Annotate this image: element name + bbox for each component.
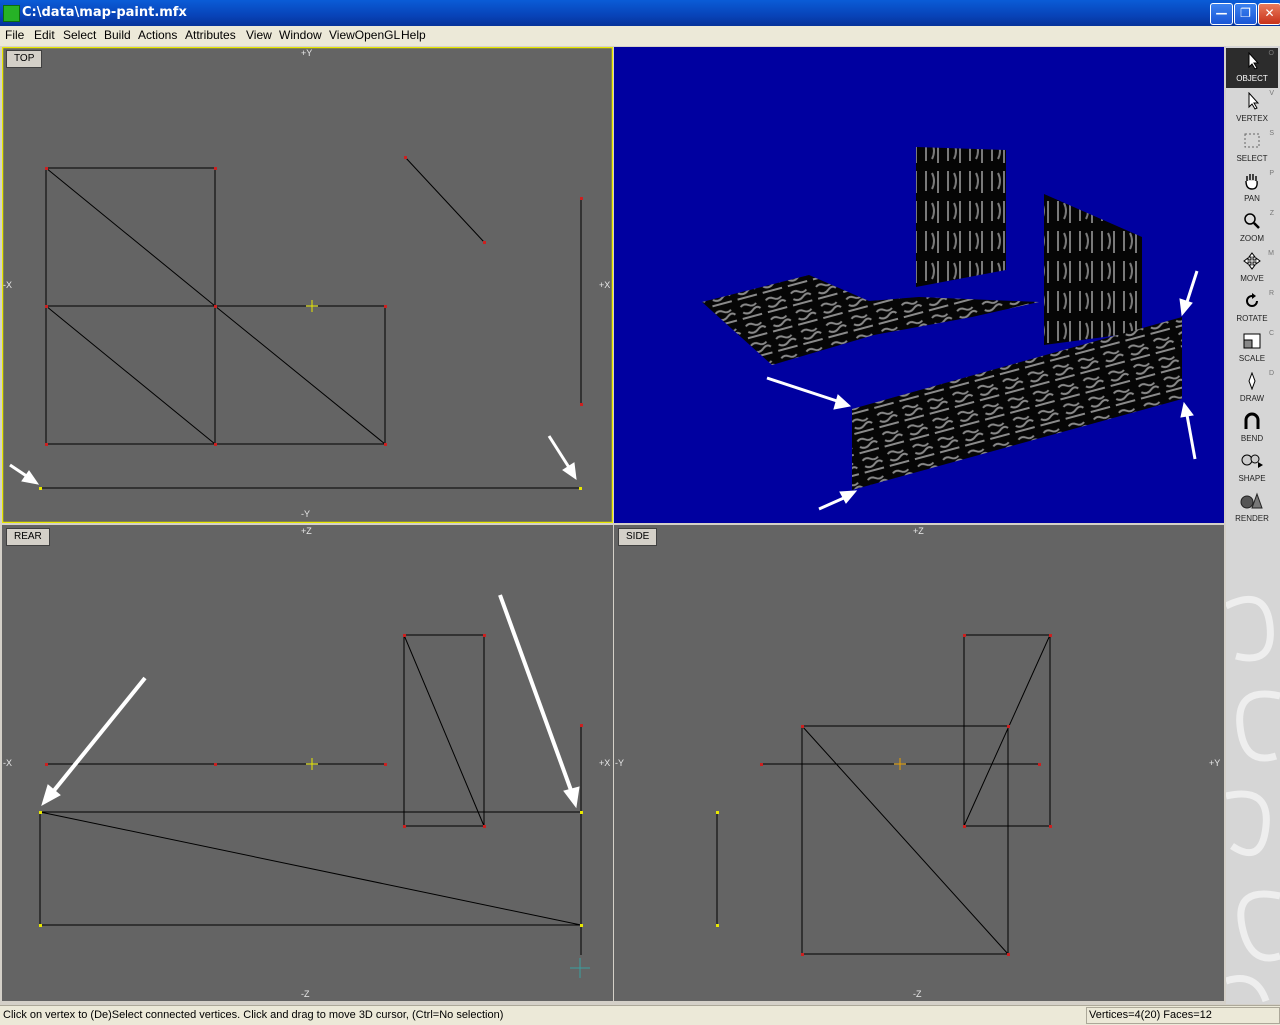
scale-icon: [1243, 333, 1261, 349]
menu-view[interactable]: View: [246, 28, 272, 42]
tool-label: SHAPE: [1238, 474, 1266, 483]
menu-attributes[interactable]: Attributes: [185, 28, 236, 42]
minimize-button[interactable]: —: [1210, 3, 1233, 25]
axis-rear-plus-z: +Z: [301, 526, 312, 536]
tool-shortcut: Z: [1269, 210, 1274, 217]
tool-label: ROTATE: [1236, 314, 1268, 323]
viewport-label-rear[interactable]: REAR: [6, 528, 50, 546]
axis-side-minus-y: -Y: [615, 758, 624, 768]
axis-rear-minus-x: -X: [3, 758, 12, 768]
viewport-side[interactable]: SIDE +Z -Z -Y +Y: [614, 525, 1224, 1001]
viewport-label-top[interactable]: TOP: [6, 50, 43, 68]
tool-shortcut: P: [1269, 170, 1274, 177]
menu-build[interactable]: Build: [104, 28, 131, 42]
menu-select[interactable]: Select: [63, 28, 96, 42]
menu-window[interactable]: Window: [279, 28, 322, 42]
status-bar: Click on vertex to (De)Select connected …: [0, 1005, 1280, 1025]
tool-label: ZOOM: [1240, 234, 1264, 243]
tool-label: OBJECT: [1236, 74, 1268, 83]
viewport-rear[interactable]: REAR +Z -Z -X +X: [2, 525, 613, 1001]
viewport-label-side[interactable]: SIDE: [618, 528, 658, 546]
menu-viewopengl[interactable]: ViewOpenGL: [329, 28, 400, 42]
tool-label: DRAW: [1239, 394, 1265, 403]
rotate-icon: [1246, 293, 1258, 307]
menu-edit[interactable]: Edit: [34, 28, 55, 42]
perspective-render[interactable]: [614, 47, 1224, 523]
tool-rotate[interactable]: R ROTATE: [1226, 288, 1278, 328]
tool-pan[interactable]: P PAN: [1226, 168, 1278, 208]
menu-file[interactable]: File: [5, 28, 24, 42]
tool-palette: O OBJECT V VERTEX S SELECT P PAN Z ZOOM …: [1226, 46, 1280, 1004]
tool-object[interactable]: O OBJECT: [1226, 48, 1278, 88]
tool-shape[interactable]: SHAPE: [1226, 448, 1278, 488]
close-button[interactable]: ✕: [1258, 3, 1280, 25]
tool-shortcut: C: [1268, 330, 1274, 337]
arrow-cursor-icon: [1248, 52, 1260, 70]
tool-render[interactable]: RENDER: [1226, 488, 1278, 528]
axis-side-plus-z: +Z: [913, 526, 924, 536]
shapes-icon: [1241, 454, 1263, 468]
tool-label: PAN: [1244, 194, 1260, 203]
tool-zoom[interactable]: Z ZOOM: [1226, 208, 1278, 248]
axis-rear-minus-z: -Z: [301, 989, 310, 999]
window-title: C:\data\map-paint.mfx: [22, 5, 187, 20]
tool-shortcut: V: [1269, 90, 1274, 97]
hand-icon: [1245, 174, 1258, 190]
render-spheres-icon: [1240, 492, 1263, 509]
tool-shortcut: S: [1269, 130, 1274, 137]
pen-icon: [1248, 372, 1256, 390]
side-wireframe[interactable]: [614, 525, 1224, 1001]
axis-top-plus-y: +Y: [301, 48, 313, 58]
rear-wireframe[interactable]: [2, 525, 613, 1001]
tool-select[interactable]: S SELECT: [1226, 128, 1278, 168]
bend-icon: [1244, 412, 1260, 429]
tool-shortcut: O: [1268, 50, 1274, 57]
tool-label: SELECT: [1236, 154, 1268, 163]
axis-side-plus-y: +Y: [1209, 758, 1221, 768]
tool-label: VERTEX: [1236, 114, 1268, 123]
status-counts: Vertices=4(20) Faces=12: [1086, 1007, 1280, 1024]
app-icon: [3, 5, 20, 22]
title-bar: C:\data\map-paint.mfx — ❐ ✕: [0, 0, 1280, 26]
maximize-button[interactable]: ❐: [1234, 3, 1257, 25]
axis-top-minus-x: -X: [3, 280, 12, 290]
top-wireframe[interactable]: [2, 47, 613, 523]
tool-shortcut: M: [1268, 250, 1274, 257]
status-message: Click on vertex to (De)Select connected …: [3, 1009, 504, 1021]
decorative-swirl-pattern: [1226, 595, 1280, 1003]
menu-help[interactable]: Help: [401, 28, 426, 42]
tool-bend[interactable]: BEND: [1226, 408, 1278, 448]
tool-label: SCALE: [1238, 354, 1266, 363]
tool-vertex[interactable]: V VERTEX: [1226, 88, 1278, 128]
select-rect-icon: [1244, 133, 1260, 148]
viewport-perspective[interactable]: [614, 47, 1224, 523]
menu-actions[interactable]: Actions: [138, 28, 177, 42]
axis-top-minus-y: -Y: [301, 509, 310, 519]
tool-label: RENDER: [1235, 514, 1269, 523]
viewport-top[interactable]: TOP +Y -Y -X +X: [2, 47, 613, 523]
tool-label: BEND: [1240, 434, 1264, 443]
axis-top-plus-x: +X: [599, 280, 611, 290]
tool-scale[interactable]: C SCALE: [1226, 328, 1278, 368]
move-arrows-icon: [1243, 252, 1261, 270]
tool-label: MOVE: [1240, 274, 1264, 283]
tool-draw[interactable]: D DRAW: [1226, 368, 1278, 408]
axis-rear-plus-x: +X: [599, 758, 611, 768]
axis-side-minus-z: -Z: [913, 989, 922, 999]
magnifier-icon: [1244, 213, 1260, 229]
tool-shortcut: D: [1268, 370, 1274, 377]
vertex-cursor-icon: [1248, 92, 1260, 110]
menu-bar: File Edit Select Build Actions Attribute…: [0, 26, 1280, 46]
tool-shortcut: R: [1268, 290, 1274, 297]
tool-move[interactable]: M MOVE: [1226, 248, 1278, 288]
